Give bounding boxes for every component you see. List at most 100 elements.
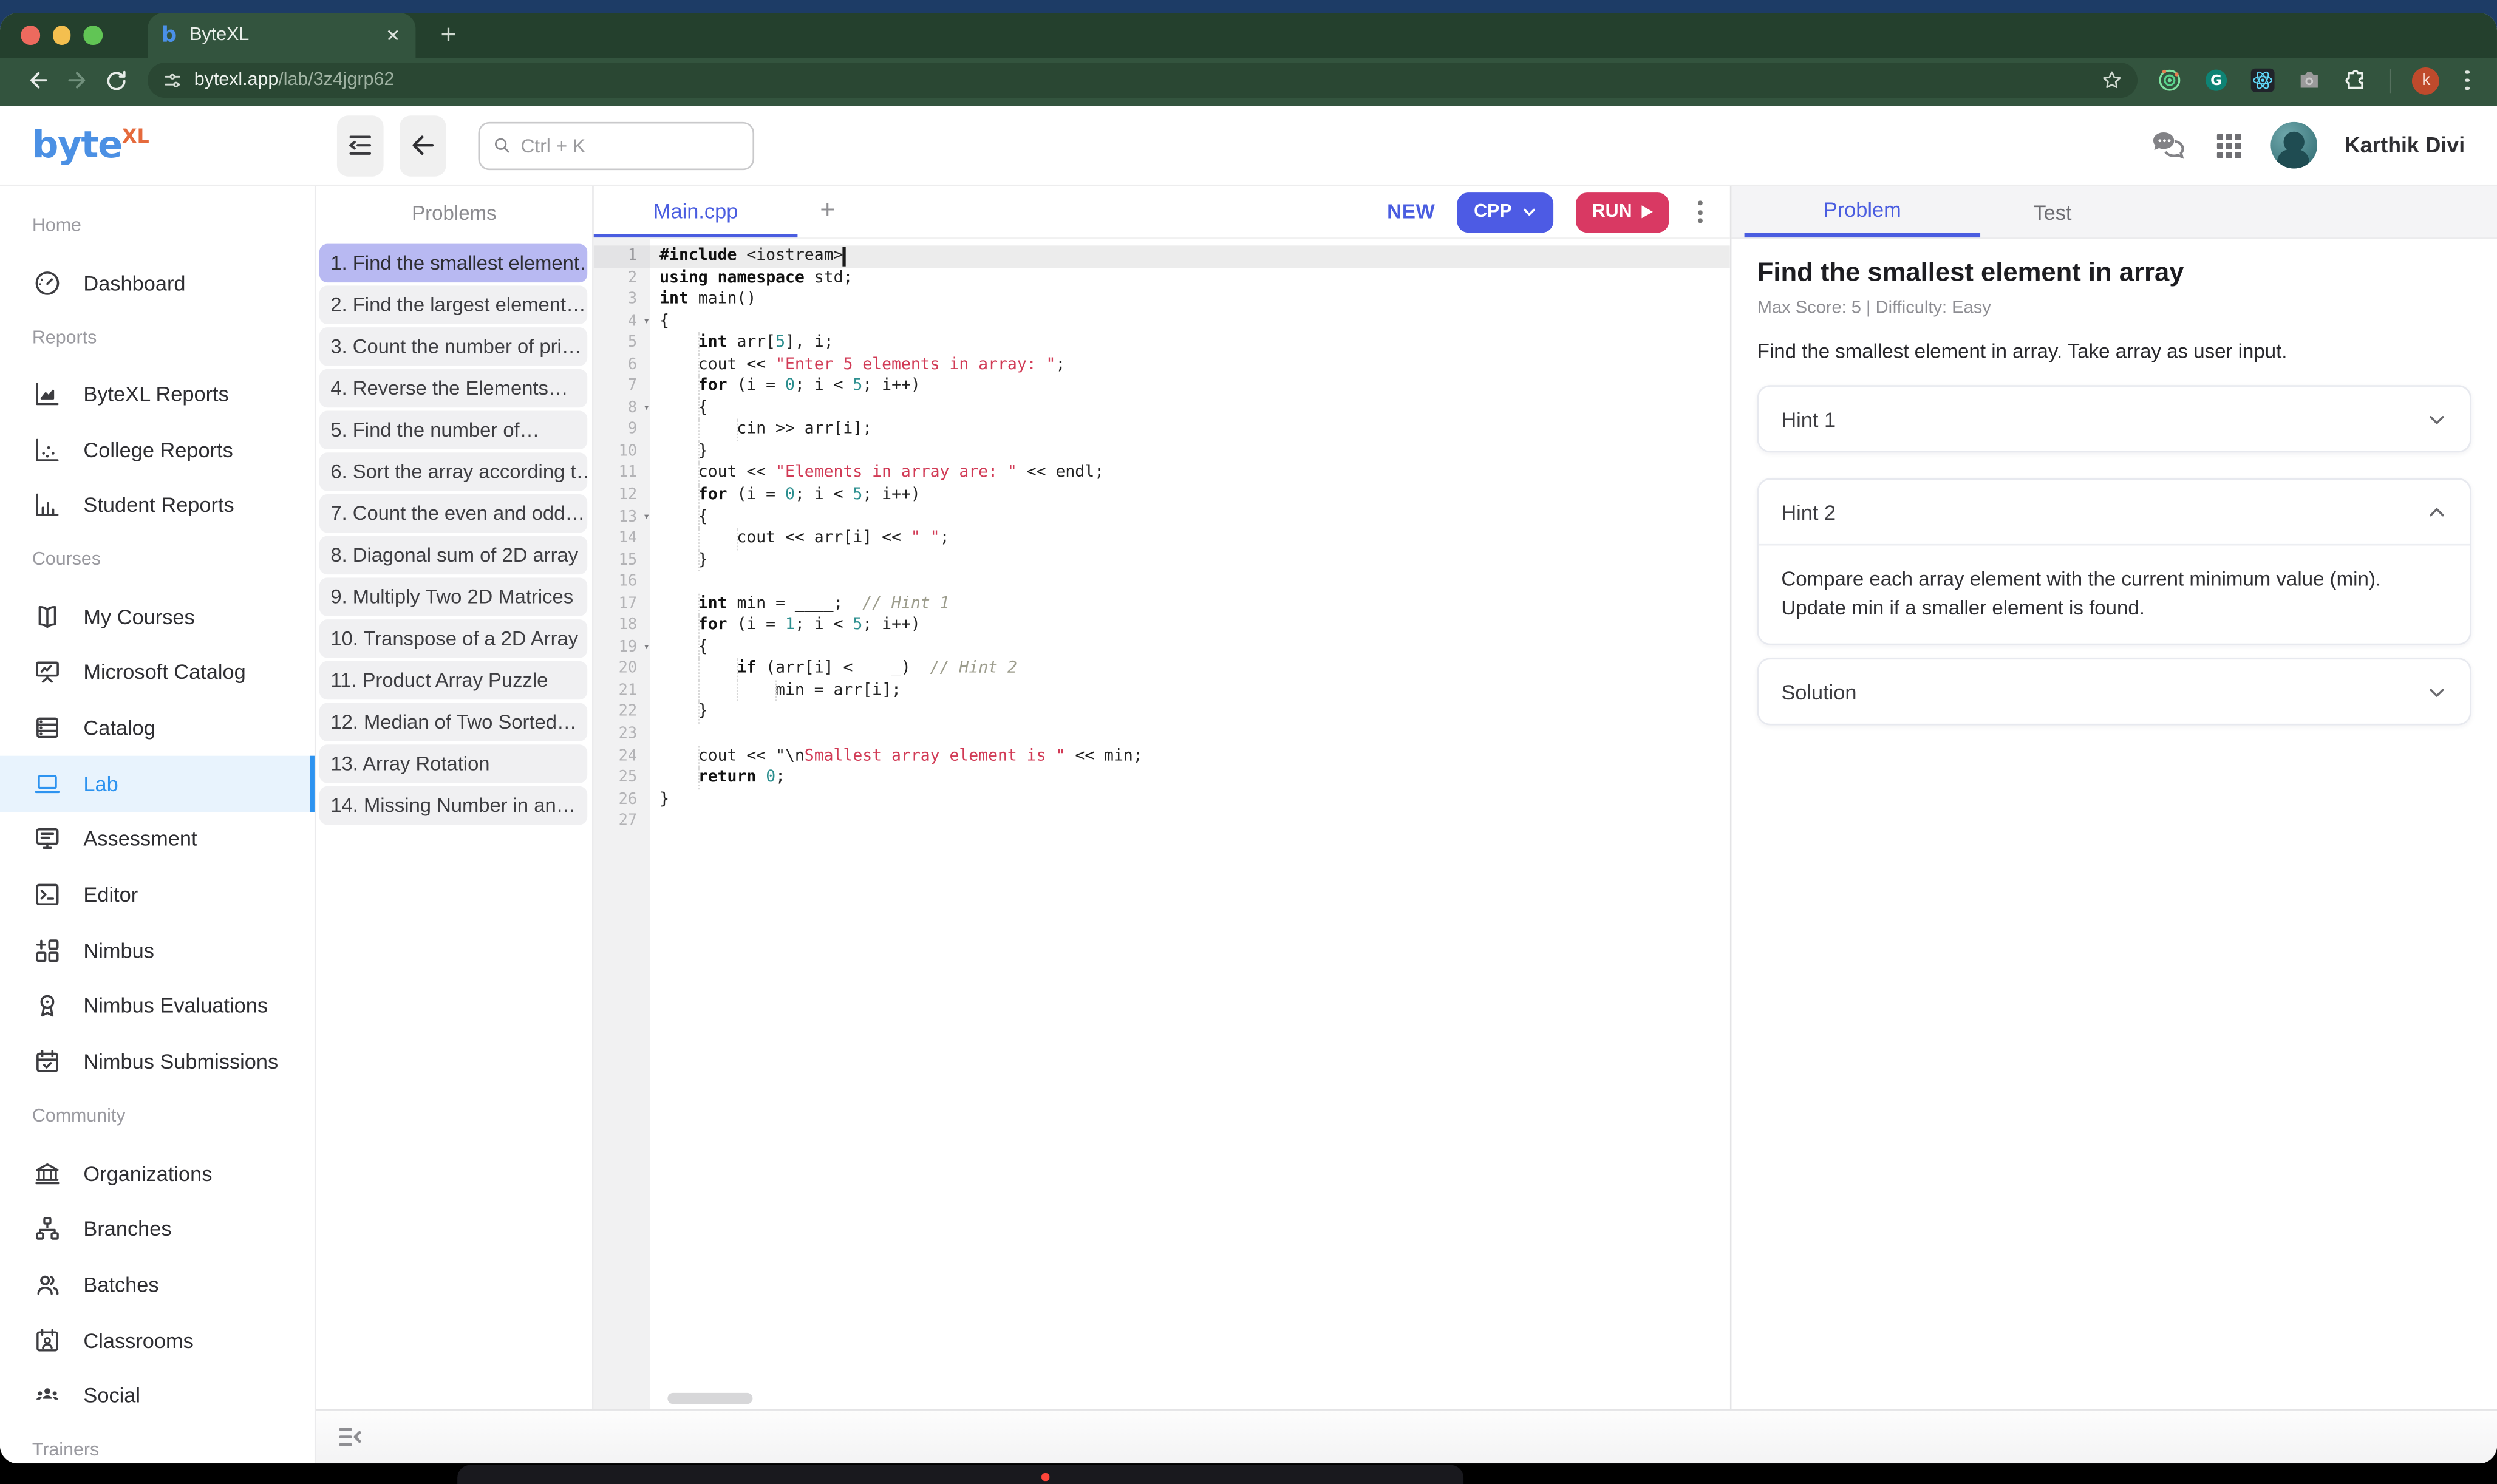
code-line-25[interactable]: return 0; [650,768,1730,789]
code-line-19[interactable]: { [650,637,1730,659]
sidebar-item-nimbus[interactable]: Nimbus [0,922,315,978]
window-minimize-button[interactable] [52,26,70,44]
sidebar-item-bytexl-reports[interactable]: ByteXL Reports [0,366,315,422]
collapse-panel-icon[interactable] [335,1421,366,1452]
sidebar-item-dashboard[interactable]: Dashboard [0,254,315,310]
code-line-16[interactable] [650,571,1730,593]
code-line-15[interactable]: } [650,550,1730,572]
sidebar-item-lab[interactable]: Lab [0,755,315,811]
sidebar-item-social[interactable]: Social [0,1368,315,1424]
bookmark-star-icon[interactable] [2101,69,2124,92]
problem-item-6[interactable]: 6. Sort the array according t… [319,452,587,491]
fold-arrow-icon[interactable]: ▾ [643,311,650,333]
sidebar-item-classrooms[interactable]: Classrooms [0,1312,315,1368]
add-file-button[interactable]: + [820,197,835,226]
problem-item-2[interactable]: 2. Find the largest element… [319,285,587,324]
horizontal-scrollbar-thumb[interactable] [667,1393,752,1404]
tab-problem[interactable]: Problem [1745,186,1980,238]
browser-reload-button[interactable] [97,61,135,99]
editor-menu-button[interactable] [1691,194,1709,230]
problem-item-3[interactable]: 3. Count the number of pri… [319,327,587,366]
code-line-22[interactable]: } [650,702,1730,724]
code-line-18[interactable]: for (i = 1; i < 5; i++) [650,615,1730,637]
sidebar-item-catalog[interactable]: Catalog [0,700,315,756]
code-line-4[interactable]: { [650,311,1730,333]
solution-header[interactable]: Solution [1759,659,2470,724]
search-input[interactable] [521,134,740,157]
sidebar-item-nimbus-evaluations[interactable]: Nimbus Evaluations [0,978,315,1034]
window-close-button[interactable] [21,26,39,44]
tab-close-icon[interactable]: ✕ [386,25,400,46]
window-zoom-button[interactable] [83,26,101,44]
code-line-21[interactable]: min = arr[i]; [650,680,1730,702]
code-line-9[interactable]: cin >> arr[i]; [650,420,1730,441]
url-bar[interactable]: bytexl.app/lab/3z4jgrp62 [148,63,2138,98]
problem-item-8[interactable]: 8. Diagonal sum of 2D array [319,536,587,574]
sidebar-item-batches[interactable]: Batches [0,1256,315,1312]
user-avatar[interactable] [2270,122,2317,169]
browser-tab[interactable]: b ByteXL ✕ [147,13,415,58]
apps-grid-icon[interactable] [2215,131,2244,160]
grammarly-extension-icon[interactable]: G [2204,67,2229,93]
code-line-11[interactable]: cout << "Elements in array are: " << end… [650,463,1730,485]
problem-item-7[interactable]: 7. Count the even and odd… [319,494,587,533]
browser-profile-avatar[interactable]: k [2413,67,2440,94]
sidebar-item-organizations[interactable]: Organizations [0,1145,315,1201]
sidebar-item-assessment[interactable]: Assessment [0,811,315,867]
new-tab-button[interactable]: + [440,19,456,52]
new-file-button[interactable]: NEW [1387,200,1435,223]
code-line-13[interactable]: { [650,506,1730,528]
global-search[interactable] [478,121,754,169]
code-line-3[interactable]: int main() [650,289,1730,311]
problem-item-10[interactable]: 10. Transpose of a 2D Array [319,619,587,658]
problem-item-14[interactable]: 14. Missing Number in an… [319,786,587,825]
code-line-5[interactable]: int arr[5], i; [650,333,1730,355]
code-line-17[interactable]: int min = ____; // Hint 1 [650,593,1730,615]
sidebar-item-branches[interactable]: Branches [0,1201,315,1257]
app-back-button[interactable] [400,115,446,175]
hint-1-header[interactable]: Hint 1 [1759,387,2470,451]
hint-2-header[interactable]: Hint 2 [1759,480,2470,544]
problem-item-11[interactable]: 11. Product Array Puzzle [319,661,587,699]
code-line-24[interactable]: cout << "\nSmallest array element is " <… [650,746,1730,768]
sidebar-item-editor[interactable]: Editor [0,867,315,923]
orbit-extension-icon[interactable] [2158,67,2183,93]
browser-forward-button[interactable] [58,61,96,99]
code-line-26[interactable]: } [650,789,1730,811]
chat-icon[interactable] [2148,126,2187,164]
browser-back-button[interactable] [19,61,58,99]
problem-item-9[interactable]: 9. Multiply Two 2D Matrices [319,577,587,616]
run-button[interactable]: RUN [1576,192,1669,232]
code-line-6[interactable]: cout << "Enter 5 elements in array: "; [650,354,1730,376]
sidebar-item-nimbus-submissions[interactable]: Nimbus Submissions [0,1034,315,1090]
code-line-8[interactable]: { [650,398,1730,420]
code-line-20[interactable]: if (arr[i] < ____) // Hint 2 [650,659,1730,681]
problem-item-1[interactable]: 1. Find the smallest element… [319,244,587,282]
problem-item-13[interactable]: 13. Array Rotation [319,744,587,783]
code-line-7[interactable]: for (i = 0; i < 5; i++) [650,376,1730,398]
file-tab-main-cpp[interactable]: Main.cpp [594,186,798,238]
fold-arrow-icon[interactable]: ▾ [643,398,650,420]
code-line-10[interactable]: } [650,441,1730,463]
fold-arrow-icon[interactable]: ▾ [643,507,650,529]
code-line-2[interactable]: using namespace std; [650,267,1730,289]
code-area[interactable]: 1234▾5678▾910111213▾141516171819▾2021222… [594,239,1730,1409]
code-line-23[interactable] [650,724,1730,746]
collapse-menu-button[interactable] [337,115,384,175]
problem-item-4[interactable]: 4. Reverse the Elements… [319,369,587,407]
sidebar-item-college-reports[interactable]: College Reports [0,421,315,477]
screenshot-extension-icon[interactable] [2297,67,2323,93]
react-devtools-extension-icon[interactable] [2250,67,2276,93]
problem-item-12[interactable]: 12. Median of Two Sorted… [319,703,587,741]
bytexl-logo[interactable]: byteXL [32,124,149,166]
code-line-14[interactable]: cout << arr[i] << " "; [650,528,1730,550]
fold-arrow-icon[interactable]: ▾ [643,638,650,659]
problem-item-5[interactable]: 5. Find the number of… [319,411,587,449]
extensions-puzzle-icon[interactable] [2343,67,2369,93]
code-line-27[interactable] [650,811,1730,832]
browser-menu-button[interactable] [2461,70,2475,90]
code-line-1[interactable]: #include <iostream> [650,245,1730,267]
sidebar-item-student-reports[interactable]: Student Reports [0,477,315,533]
sidebar-item-microsoft-catalog[interactable]: Microsoft Catalog [0,644,315,700]
tab-test[interactable]: Test [1980,186,2125,238]
